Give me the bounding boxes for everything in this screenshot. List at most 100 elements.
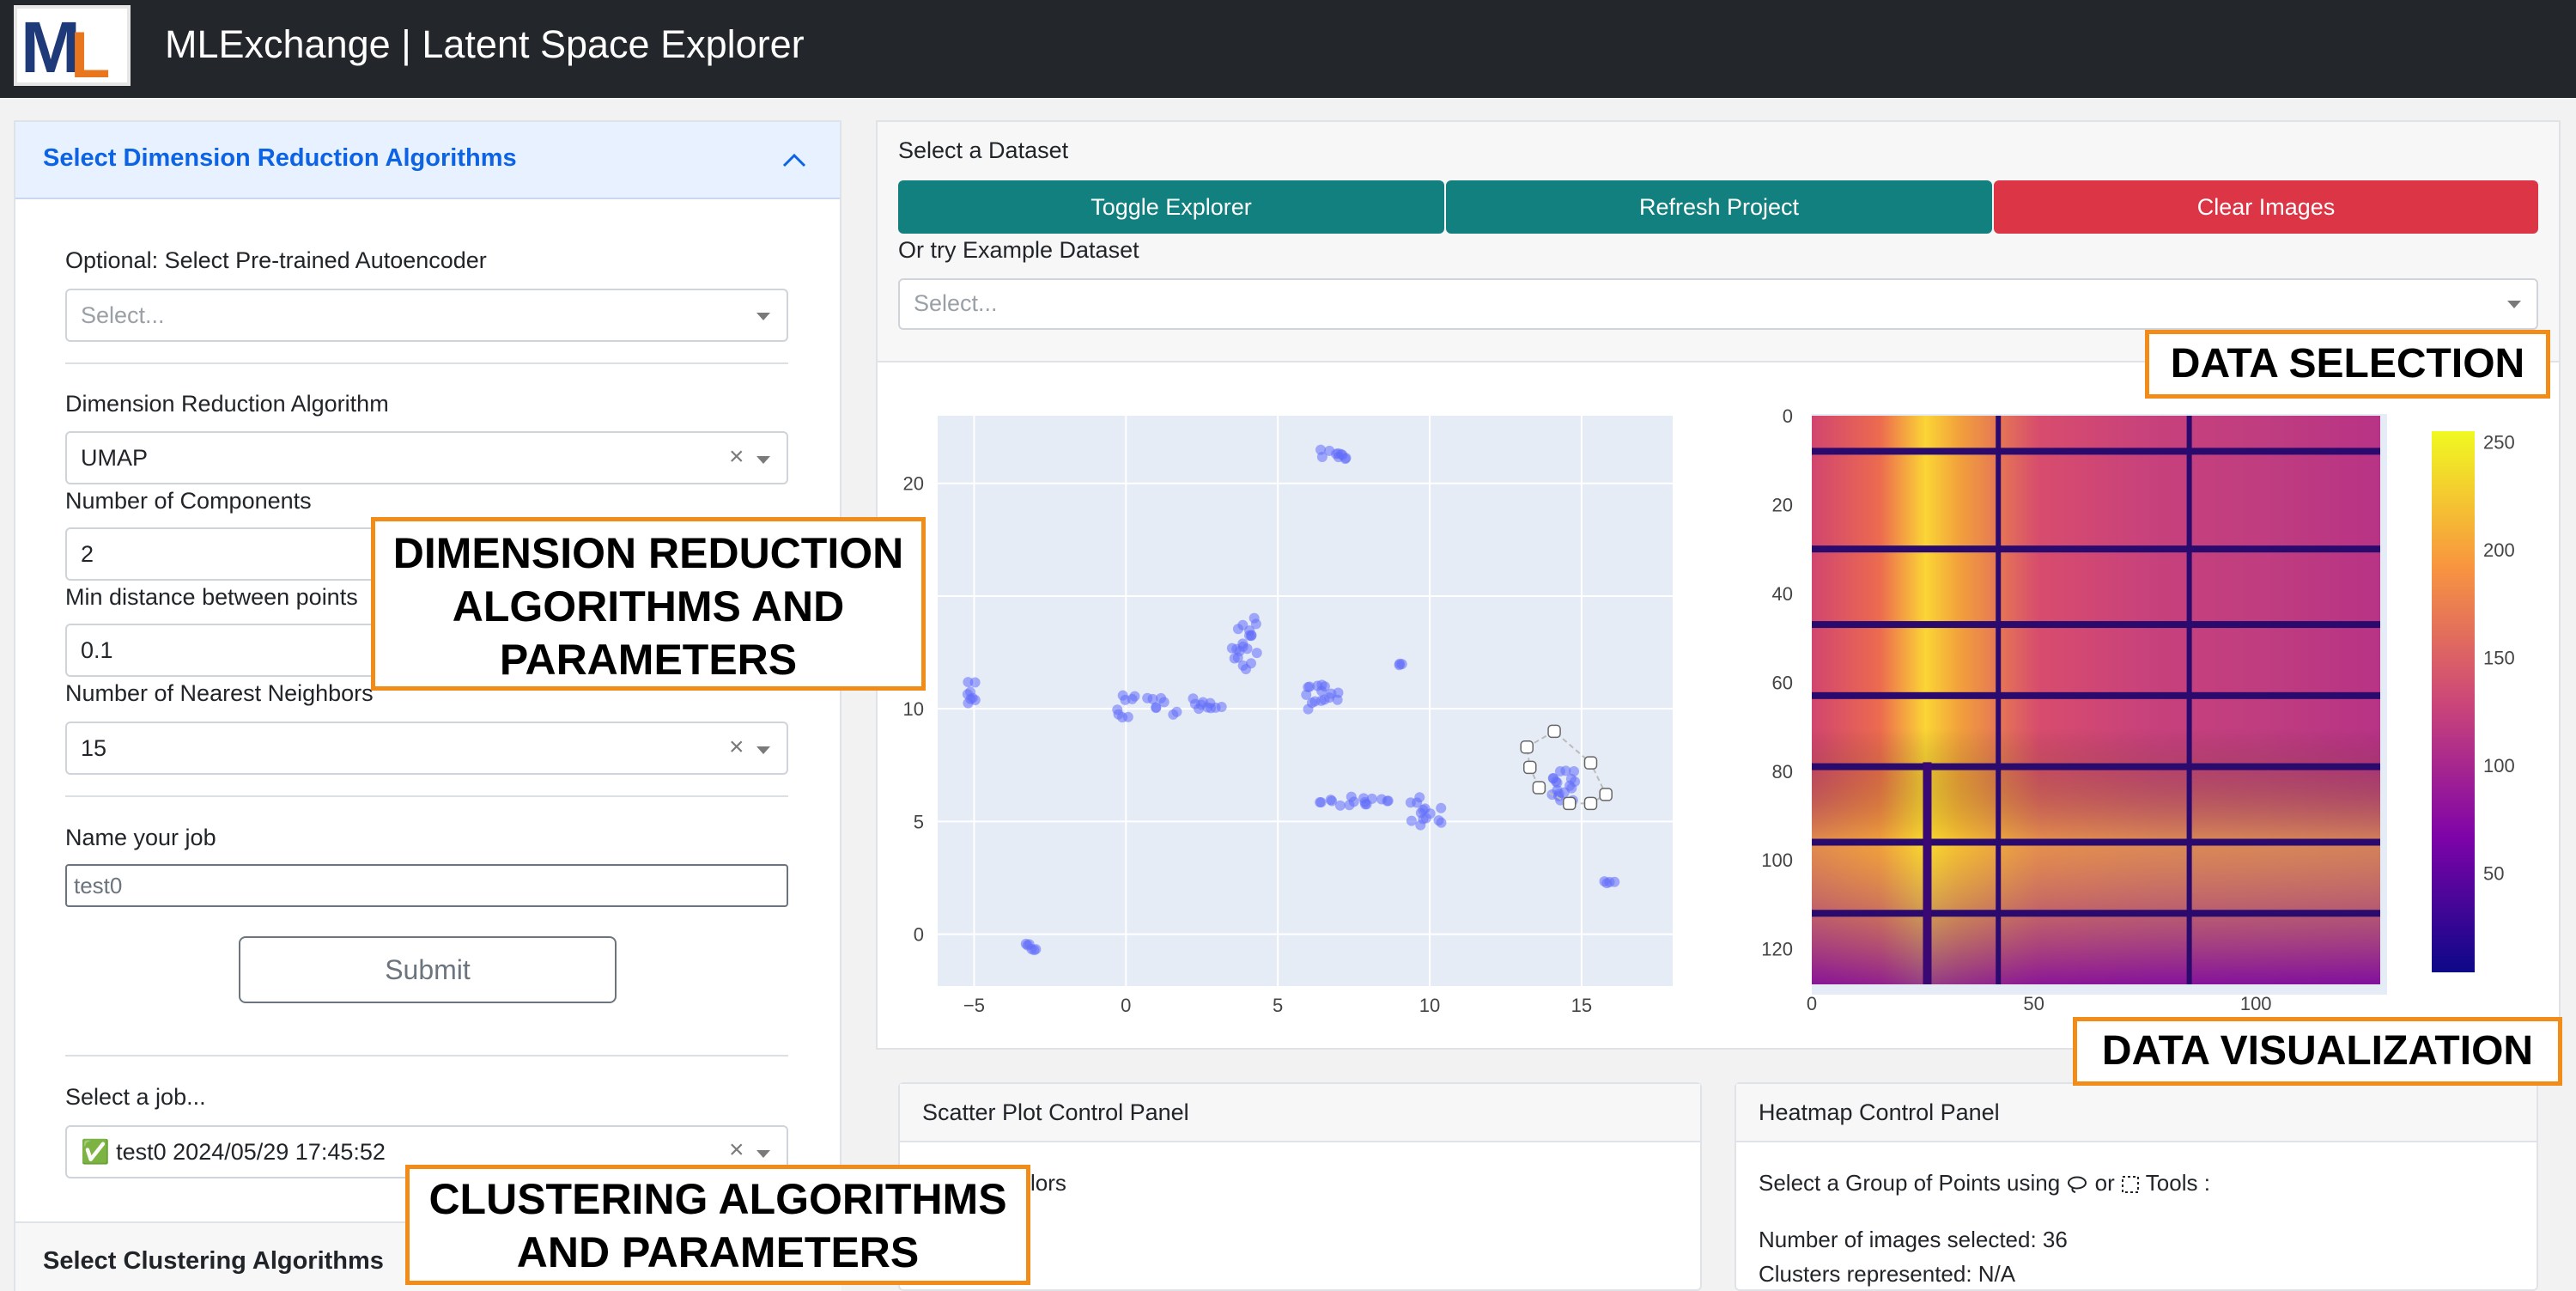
- scatter-point[interactable]: [965, 693, 976, 704]
- scatter-point[interactable]: [1324, 445, 1335, 456]
- job-name-input[interactable]: test0: [65, 864, 788, 907]
- y-tick-label: 40: [1772, 583, 1793, 605]
- algorithm-select[interactable]: [65, 431, 788, 484]
- or-label: or: [2094, 1170, 2115, 1196]
- scatter-point[interactable]: [1335, 448, 1346, 460]
- refresh-project-button[interactable]: Refresh Project: [1446, 180, 1992, 234]
- scatter-point[interactable]: [1346, 791, 1357, 802]
- colorbar-tick-label: 200: [2483, 539, 2515, 561]
- scatter-point[interactable]: [1194, 703, 1205, 715]
- scatter-point[interactable]: [1436, 817, 1447, 828]
- beamstop: [1923, 762, 1932, 984]
- data-selection-annotation: DATA SELECTION: [2145, 330, 2550, 399]
- chevron-down-icon[interactable]: [756, 313, 770, 320]
- scatter-point[interactable]: [1240, 664, 1251, 675]
- scatter-point[interactable]: [1552, 777, 1563, 789]
- select-points-label: Select a Group of Points using: [1759, 1170, 2061, 1196]
- colorbar: [2432, 431, 2475, 972]
- latent-space-scatter-plot[interactable]: −5 0 5 10 15 0 5 10 15 20: [893, 404, 1700, 1022]
- scatter-point[interactable]: [1565, 773, 1577, 784]
- scatter-point[interactable]: [1117, 712, 1128, 723]
- lasso-handle[interactable]: [1523, 760, 1537, 775]
- y-tick-label: 0: [914, 924, 924, 946]
- box-select-icon: [2122, 1176, 2140, 1194]
- scatter-point[interactable]: [1414, 792, 1425, 803]
- clear-icon[interactable]: ×: [729, 733, 744, 762]
- scatter-point[interactable]: [1382, 795, 1393, 807]
- scatter-point[interactable]: [963, 677, 974, 688]
- image-heatmap[interactable]: 0 50 100 0 20 40 60 80 100 120 250 200 150 100 50: [1735, 404, 2550, 1022]
- x-tick-label: 0: [1121, 995, 1131, 1016]
- scatter-point[interactable]: [1315, 444, 1327, 455]
- colorbar-tick-label: 250: [2483, 432, 2515, 454]
- scatter-point[interactable]: [1552, 790, 1564, 801]
- clear-icon[interactable]: ×: [729, 1136, 744, 1165]
- lasso-handle[interactable]: [1599, 788, 1613, 801]
- neighbors-select[interactable]: [65, 722, 788, 775]
- detector-gap-row: [1812, 910, 2380, 917]
- scatter-point[interactable]: [1419, 803, 1431, 814]
- clustering-annotation-line1: CLUSTERING ALGORITHMS: [428, 1175, 1007, 1223]
- clear-icon[interactable]: ×: [729, 442, 744, 472]
- detector-gap-row: [1812, 448, 2380, 455]
- scatter-point[interactable]: [1147, 693, 1158, 704]
- chevron-down-icon[interactable]: [756, 456, 770, 464]
- app-logo[interactable]: M L: [14, 5, 131, 92]
- scatter-point[interactable]: [1316, 679, 1327, 691]
- scatter-point[interactable]: [1304, 681, 1315, 692]
- scatter-point[interactable]: [1332, 694, 1343, 705]
- scatter-point[interactable]: [1232, 624, 1243, 635]
- scatter-point[interactable]: [1604, 876, 1615, 887]
- lasso-handle[interactable]: [1583, 796, 1598, 811]
- select-points-text: Select a Group of Points using or Tools …: [1759, 1170, 2210, 1197]
- autoencoder-select[interactable]: [65, 289, 788, 342]
- scatter-point[interactable]: [1251, 648, 1262, 659]
- submit-button[interactable]: Submit: [239, 936, 617, 1003]
- x-tick-label: 0: [1807, 993, 1817, 1014]
- scatter-point[interactable]: [1244, 625, 1255, 636]
- scatter-plot-area[interactable]: [938, 416, 1673, 986]
- clustering-title[interactable]: Select Clustering Algorithms: [43, 1247, 384, 1276]
- y-tick-label: 120: [1761, 939, 1793, 960]
- chevron-up-icon[interactable]: [777, 143, 811, 178]
- example-dataset-select[interactable]: [898, 278, 2538, 330]
- scatter-point[interactable]: [1405, 797, 1416, 808]
- scatter-point[interactable]: [1205, 697, 1216, 709]
- toggle-explorer-button[interactable]: Toggle Explorer: [898, 180, 1444, 234]
- y-tick-label: 80: [1772, 761, 1793, 783]
- scatter-point[interactable]: [1394, 658, 1406, 669]
- scatter-point[interactable]: [1361, 799, 1372, 810]
- scatter-point[interactable]: [1168, 709, 1179, 720]
- scatter-point[interactable]: [1029, 945, 1040, 956]
- scatter-point[interactable]: [1188, 693, 1199, 704]
- lasso-handle[interactable]: [1562, 796, 1577, 811]
- scatter-point[interactable]: [1334, 800, 1346, 811]
- clear-images-button[interactable]: Clear Images: [1994, 180, 2538, 234]
- scatter-point[interactable]: [1406, 815, 1417, 826]
- scatter-point[interactable]: [1127, 693, 1138, 704]
- lasso-handle[interactable]: [1547, 724, 1561, 739]
- y-tick-label: 60: [1772, 672, 1793, 693]
- detector-gap-row: [1812, 763, 2380, 770]
- x-tick-label: 50: [2023, 993, 2044, 1014]
- scatter-point[interactable]: [1315, 796, 1326, 807]
- job-name-label: Name your job: [65, 825, 216, 850]
- detector-gap-row: [1812, 621, 2380, 629]
- min-distance-value: 0.1: [81, 637, 113, 663]
- lasso-handle[interactable]: [1520, 740, 1534, 754]
- chevron-down-icon[interactable]: [756, 1150, 770, 1158]
- clustering-annotation-line2: AND PARAMETERS: [516, 1228, 920, 1276]
- scatter-point[interactable]: [1418, 813, 1429, 825]
- scatter-point[interactable]: [1436, 802, 1447, 813]
- components-label: Number of Components: [65, 488, 312, 514]
- chevron-down-icon[interactable]: [756, 746, 770, 754]
- y-tick-label: 20: [903, 473, 924, 495]
- chevron-down-icon[interactable]: [2507, 301, 2521, 308]
- divider: [65, 795, 788, 797]
- lasso-handle[interactable]: [1532, 781, 1546, 795]
- scatter-point[interactable]: [1325, 795, 1336, 806]
- scatter-control-text: lors: [1030, 1170, 1066, 1196]
- scatter-point[interactable]: [1231, 643, 1242, 655]
- accordion-title[interactable]: Select Dimension Reduction Algorithms: [43, 144, 517, 173]
- lasso-handle[interactable]: [1583, 756, 1598, 770]
